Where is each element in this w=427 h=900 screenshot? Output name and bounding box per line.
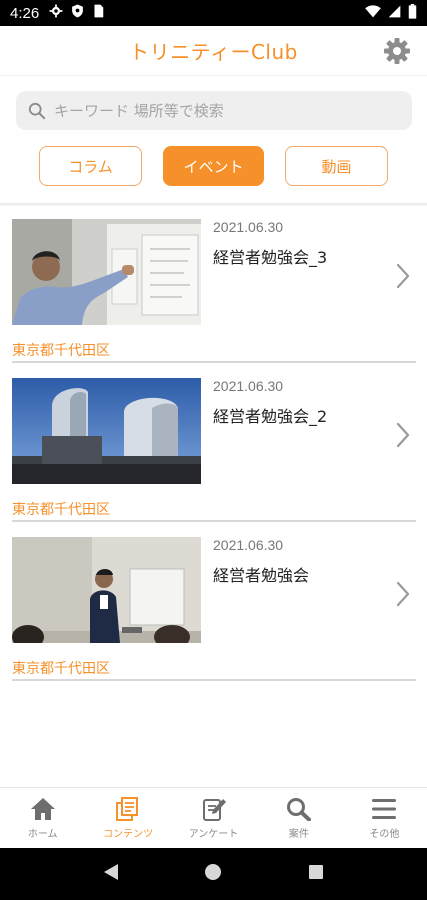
status-right-icons: [365, 3, 417, 23]
nav-home-label: ホーム: [27, 829, 58, 840]
event-list-item[interactable]: 2021.06.30 経営者勉強会 東京都千代田区: [12, 531, 416, 681]
back-button[interactable]: [103, 863, 119, 885]
event-title: 経営者勉強会_2: [213, 407, 328, 426]
back-triangle-icon: [103, 864, 118, 880]
nav-contents[interactable]: コンテンツ: [85, 788, 170, 848]
contents-icon: [116, 797, 139, 821]
chevron-right-icon: [396, 422, 410, 448]
event-location: 東京都千代田区: [12, 343, 110, 359]
page-title: トリニティーClub: [129, 40, 298, 64]
signal-icon: [388, 5, 401, 22]
nav-cases-label: 案件: [288, 829, 309, 840]
battery-icon: [408, 3, 417, 23]
event-title: 経営者勉強会_3: [213, 248, 328, 267]
item-divider: [12, 679, 416, 681]
event-list-item[interactable]: 2021.06.30 経営者勉強会_2 東京都千代田区: [12, 372, 416, 522]
event-thumbnail: [12, 537, 201, 643]
event-thumbnail: [12, 378, 201, 484]
recents-square-icon: [309, 865, 324, 879]
event-date: 2021.06.30: [213, 219, 284, 235]
nav-other[interactable]: その他: [342, 788, 427, 848]
menu-icon: [372, 799, 397, 819]
tab-event[interactable]: イベント: [163, 146, 264, 186]
settings-button[interactable]: [383, 37, 411, 65]
home-circle-icon: [205, 864, 222, 880]
status-time: 4:26: [10, 4, 40, 22]
event-title: 経営者勉強会: [213, 566, 310, 585]
header-divider: [0, 203, 427, 206]
search-cases-icon: [286, 798, 311, 821]
nav-cases[interactable]: 案件: [256, 788, 341, 848]
search-bar[interactable]: [16, 91, 412, 130]
event-date: 2021.06.30: [213, 537, 284, 553]
gear-icon: [384, 38, 410, 64]
event-date: 2021.06.30: [213, 378, 284, 394]
shield-status-icon: [71, 4, 84, 22]
wifi-icon: [365, 4, 381, 22]
status-bar: 4:26: [0, 0, 427, 26]
nav-other-label: その他: [369, 829, 400, 840]
recents-button[interactable]: [308, 864, 324, 884]
tab-video[interactable]: 動画: [285, 146, 388, 186]
chevron-right-icon: [396, 581, 410, 607]
nav-contents-label: コンテンツ: [103, 829, 154, 840]
item-divider: [12, 361, 416, 363]
home-icon: [30, 798, 55, 820]
settings-status-icon: [49, 4, 63, 22]
event-location: 東京都千代田区: [12, 661, 110, 677]
event-location: 東京都千代田区: [12, 502, 110, 518]
item-divider: [12, 520, 416, 522]
home-button[interactable]: [204, 863, 222, 885]
survey-icon: [202, 799, 226, 821]
event-thumbnail: [12, 219, 201, 325]
sim-status-icon: [92, 4, 104, 22]
nav-survey[interactable]: アンケート: [171, 788, 256, 848]
event-list-item[interactable]: 2021.06.30 経営者勉強会_3 東京都千代田区: [12, 213, 416, 363]
search-input[interactable]: [54, 101, 384, 120]
nav-home[interactable]: ホーム: [0, 788, 85, 848]
chevron-right-icon: [396, 263, 410, 289]
search-icon: [28, 102, 46, 119]
nav-survey-label: アンケート: [188, 829, 239, 840]
bottom-nav: ホーム コンテンツ アンケート 案件 その他: [0, 787, 427, 848]
app-header: トリニティーClub: [0, 26, 427, 76]
tab-column[interactable]: コラム: [39, 146, 142, 186]
system-nav-bar: [0, 848, 427, 900]
